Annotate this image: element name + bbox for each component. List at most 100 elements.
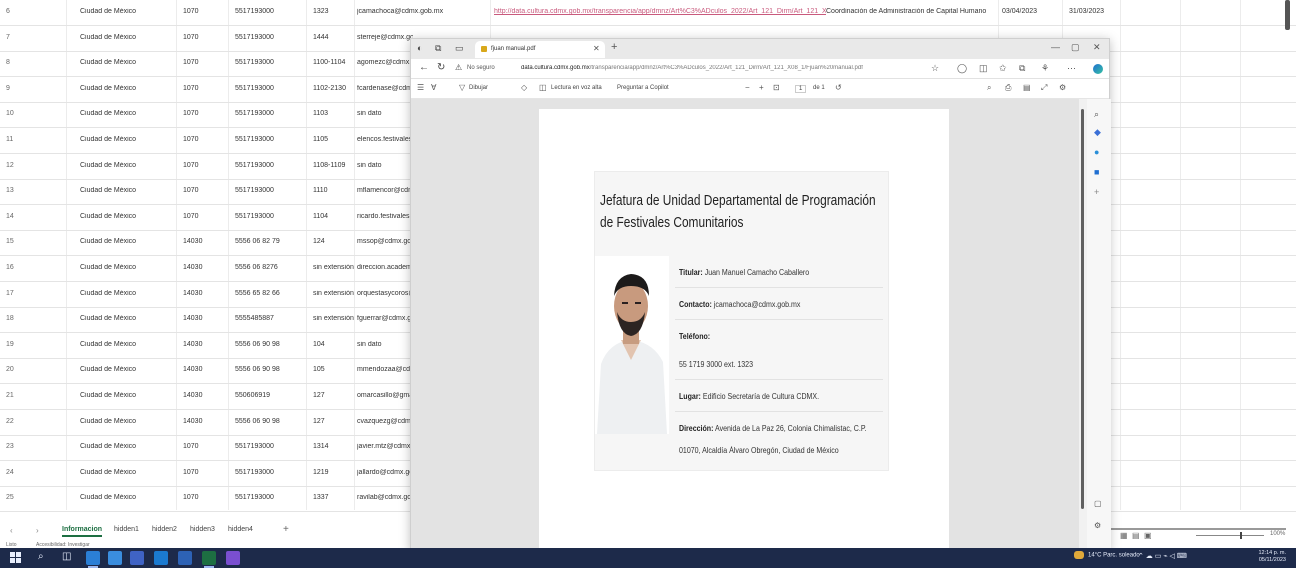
copilot-icon[interactable] xyxy=(1093,64,1103,74)
zoom-slider[interactable] xyxy=(1196,535,1264,536)
close-window-icon[interactable]: ✕ xyxy=(1093,42,1101,53)
row-number[interactable]: 12 xyxy=(6,162,28,169)
cell-postal-code[interactable]: 1070 xyxy=(183,443,213,450)
cell-city[interactable]: Ciudad de México xyxy=(80,315,175,322)
cell-city[interactable]: Ciudad de México xyxy=(80,443,175,450)
cell-postal-code[interactable]: 1070 xyxy=(183,187,213,194)
cell-extension[interactable]: 127 xyxy=(313,392,357,399)
system-tray[interactable]: ⌃ ☁ ▭ ⌁ ◁ ⌨ xyxy=(1138,552,1187,560)
cell-postal-code[interactable]: 14030 xyxy=(183,418,213,425)
cell-email[interactable]: direccion.academica@cdmx.gob.mx xyxy=(357,264,413,271)
sheet-tab-hidden3[interactable]: hidden3 xyxy=(190,526,215,533)
refresh-icon[interactable]: ↻ xyxy=(437,62,445,73)
cell-postal-code[interactable]: 14030 xyxy=(183,315,213,322)
weather-widget[interactable]: 14°C Parc. soleado xyxy=(1074,551,1140,559)
cell-phone[interactable]: 5556 06 90 98 xyxy=(235,341,303,348)
cell-phone[interactable]: 5556 06 8276 xyxy=(235,264,303,271)
cell-phone[interactable]: 5517193000 xyxy=(235,494,303,501)
collections-icon[interactable]: ⧉ xyxy=(1019,63,1025,74)
row-number[interactable]: 9 xyxy=(6,85,28,92)
cell-extension[interactable]: 1104 xyxy=(313,213,357,220)
row-number[interactable]: 16 xyxy=(6,264,28,271)
maximize-icon[interactable]: ▢ xyxy=(1071,42,1080,53)
minimize-icon[interactable]: — xyxy=(1051,42,1060,52)
cell-city[interactable]: Ciudad de México xyxy=(80,162,175,169)
mail-app-icon[interactable] xyxy=(178,551,192,565)
cell-phone[interactable]: 5556 06 82 79 xyxy=(235,238,303,245)
cell-phone[interactable]: 5517193000 xyxy=(235,443,303,450)
cell-postal-code[interactable]: 14030 xyxy=(183,264,213,271)
close-tab-icon[interactable]: ✕ xyxy=(593,44,600,53)
cell-email[interactable]: mssop@cdmx.gob.mx xyxy=(357,238,413,245)
pdf-scrollbar-thumb[interactable] xyxy=(1081,109,1084,509)
sheet-tab-hidden1[interactable]: hidden1 xyxy=(114,526,139,533)
cell-date-start[interactable]: 03/04/2023 xyxy=(1002,8,1047,15)
cell-postal-code[interactable]: 1070 xyxy=(183,85,213,92)
row-number[interactable]: 17 xyxy=(6,290,28,297)
cell-extension[interactable]: 104 xyxy=(313,341,357,348)
fit-page-icon[interactable]: ⊡ xyxy=(773,83,780,92)
cell-postal-code[interactable]: 1070 xyxy=(183,469,213,476)
draw-button[interactable]: Dibujar xyxy=(469,85,488,91)
photos-app-icon[interactable] xyxy=(108,551,122,565)
tools-sidebar-icon[interactable]: ● xyxy=(1094,147,1099,157)
zoom-in-icon[interactable]: + xyxy=(759,83,764,92)
cell-phone[interactable]: 5556 06 90 98 xyxy=(235,366,303,373)
row-number[interactable]: 23 xyxy=(6,443,28,450)
cell-city[interactable]: Ciudad de México xyxy=(80,366,175,373)
cell-email[interactable]: javier.mtz@cdmx.gob.mx xyxy=(357,443,413,450)
cell-postal-code[interactable]: 14030 xyxy=(183,290,213,297)
cell-city[interactable]: Ciudad de México xyxy=(80,494,175,501)
cell-email[interactable]: omarcasillo@gmail.com xyxy=(357,392,413,399)
zoom-level[interactable]: 100% xyxy=(1270,531,1285,537)
files-app-icon[interactable] xyxy=(130,551,144,565)
new-tab-button[interactable]: + xyxy=(611,41,617,53)
cell-date-end[interactable]: 31/03/2023 xyxy=(1069,8,1114,15)
cell-area[interactable]: Coordinación de Administración de Capita… xyxy=(826,8,991,15)
cell-email[interactable]: cvazquezg@cdmx.gob.mx xyxy=(357,418,413,425)
read-aloud-button[interactable]: Lectura en voz alta xyxy=(551,85,602,91)
cell-email[interactable]: ravilab@cdmx.gob.mx xyxy=(357,494,413,501)
cell-extension[interactable]: 124 xyxy=(313,238,357,245)
tab-actions-icon[interactable]: ▭ xyxy=(455,43,464,54)
clock[interactable]: 12:14 p. m. 05/11/2023 xyxy=(1254,550,1286,564)
zoom-slider-knob[interactable] xyxy=(1240,532,1242,539)
cell-phone[interactable]: 5517193000 xyxy=(235,213,303,220)
cell-city[interactable]: Ciudad de México xyxy=(80,341,175,348)
cell-email[interactable]: mflamencor@cdmx.gob.mx xyxy=(357,187,413,194)
cell-city[interactable]: Ciudad de México xyxy=(80,136,175,143)
cell-phone[interactable]: 5517193000 xyxy=(235,162,303,169)
cell-extension[interactable]: 1444 xyxy=(313,34,357,41)
cell-email[interactable]: orquestasycoros@cdmx.gob.mx xyxy=(357,290,413,297)
cell-postal-code[interactable]: 14030 xyxy=(183,392,213,399)
teams-app-icon[interactable] xyxy=(226,551,240,565)
store-app-icon[interactable] xyxy=(154,551,168,565)
cell-email[interactable]: ricardo.festivales@cdmx.gob.mx xyxy=(357,213,413,220)
cell-phone[interactable]: 5517193000 xyxy=(235,110,303,117)
cell-city[interactable]: Ciudad de México xyxy=(80,418,175,425)
cell-extension[interactable]: 127 xyxy=(313,418,357,425)
cell-postal-code[interactable]: 14030 xyxy=(183,366,213,373)
cell-phone[interactable]: 5517193000 xyxy=(235,34,303,41)
contacto-value[interactable]: jcamachoca@cdmx.gob.mx xyxy=(714,300,801,309)
row-number[interactable]: 18 xyxy=(6,315,28,322)
favorite-star-icon[interactable]: ☆ xyxy=(931,63,939,74)
cell-extension[interactable]: 1110 xyxy=(313,187,357,194)
cell-city[interactable]: Ciudad de México xyxy=(80,392,175,399)
cell-extension[interactable]: 1103 xyxy=(313,110,357,117)
cell-phone[interactable]: 5517193000 xyxy=(235,85,303,92)
sheet-tab-hidden2[interactable]: hidden2 xyxy=(152,526,177,533)
pdf-settings-icon[interactable]: ⚙ xyxy=(1059,83,1066,92)
cell-postal-code[interactable]: 1070 xyxy=(183,34,213,41)
cell-email[interactable]: jcamachoca@cdmx.gob.mx xyxy=(357,8,487,15)
row-number[interactable]: 20 xyxy=(6,366,28,373)
cell-url[interactable]: http://data.cultura.cdmx.gob.mx/transpar… xyxy=(494,8,826,15)
row-number[interactable]: 24 xyxy=(6,469,28,476)
cell-extension[interactable]: sin extensión xyxy=(313,264,357,271)
task-view-icon[interactable]: ◫ xyxy=(62,551,71,562)
horizontal-scrollbar[interactable] xyxy=(1106,528,1286,530)
profile-icon[interactable]: ◐ xyxy=(417,43,422,53)
excel-app-icon[interactable] xyxy=(202,551,216,565)
cell-city[interactable]: Ciudad de México xyxy=(80,238,175,245)
warning-icon[interactable]: ⚠ xyxy=(455,63,462,72)
